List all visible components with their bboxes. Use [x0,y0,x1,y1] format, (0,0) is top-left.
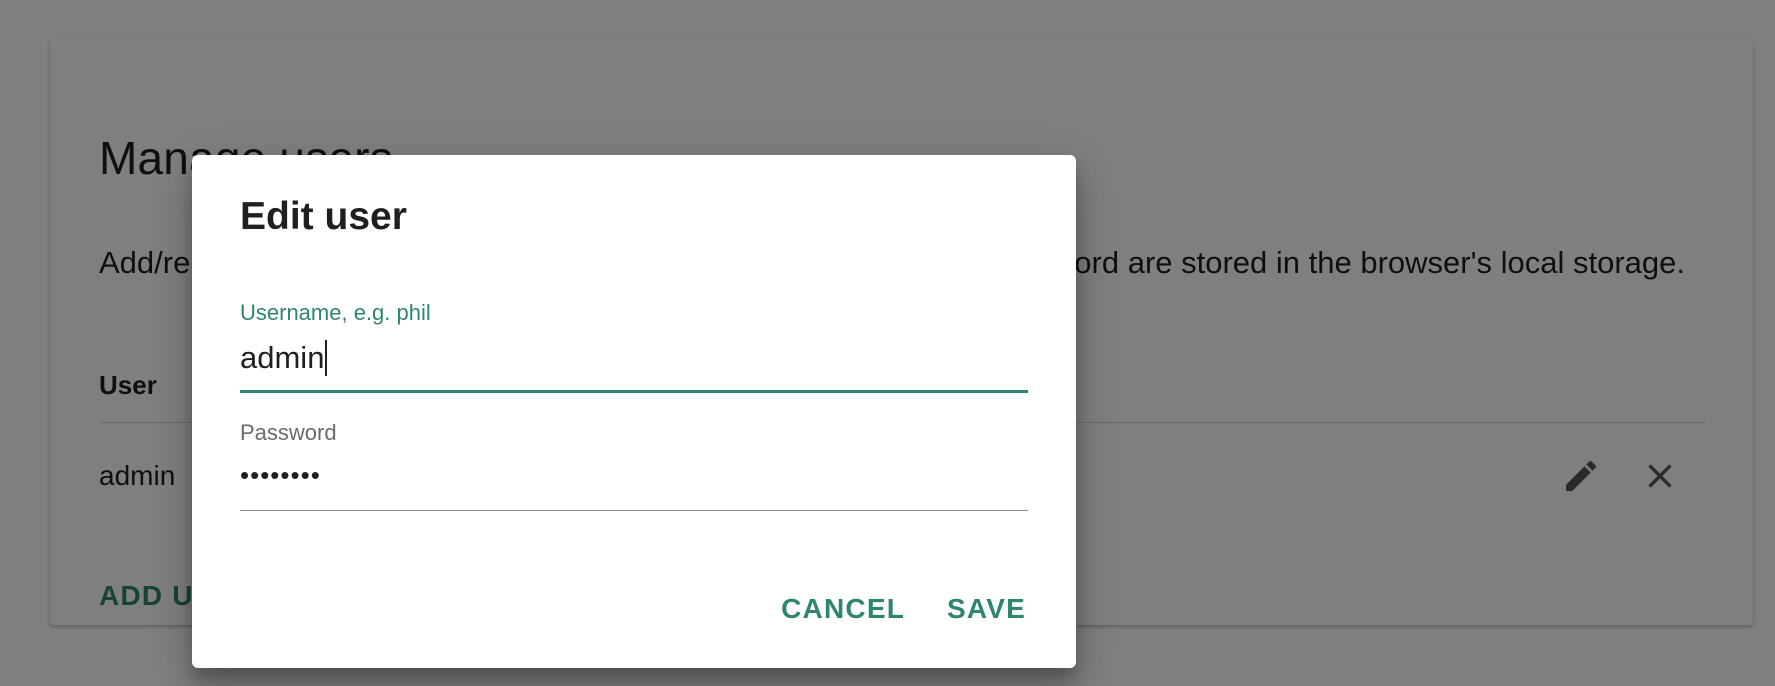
save-button[interactable]: SAVE [941,583,1032,635]
username-underline-focused [240,390,1028,393]
username-label: Username, e.g. phil [240,300,431,325]
username-value: admin [240,340,325,375]
app-root: Manage users Add/remove users for this i… [0,0,1775,686]
username-field[interactable]: Username, e.g. phil admin [240,300,1028,396]
password-label: Password [240,420,337,445]
password-input[interactable]: •••••••• [240,460,321,491]
cancel-button[interactable]: CANCEL [775,583,911,635]
username-input[interactable]: admin [240,340,328,376]
dialog-actions: CANCEL SAVE [775,583,1032,635]
dialog-title: Edit user [240,195,407,238]
edit-user-dialog: Edit user Username, e.g. phil admin Pass… [192,155,1076,668]
password-underline [240,510,1028,511]
password-field[interactable]: Password •••••••• [240,420,1028,516]
text-caret [325,340,328,376]
